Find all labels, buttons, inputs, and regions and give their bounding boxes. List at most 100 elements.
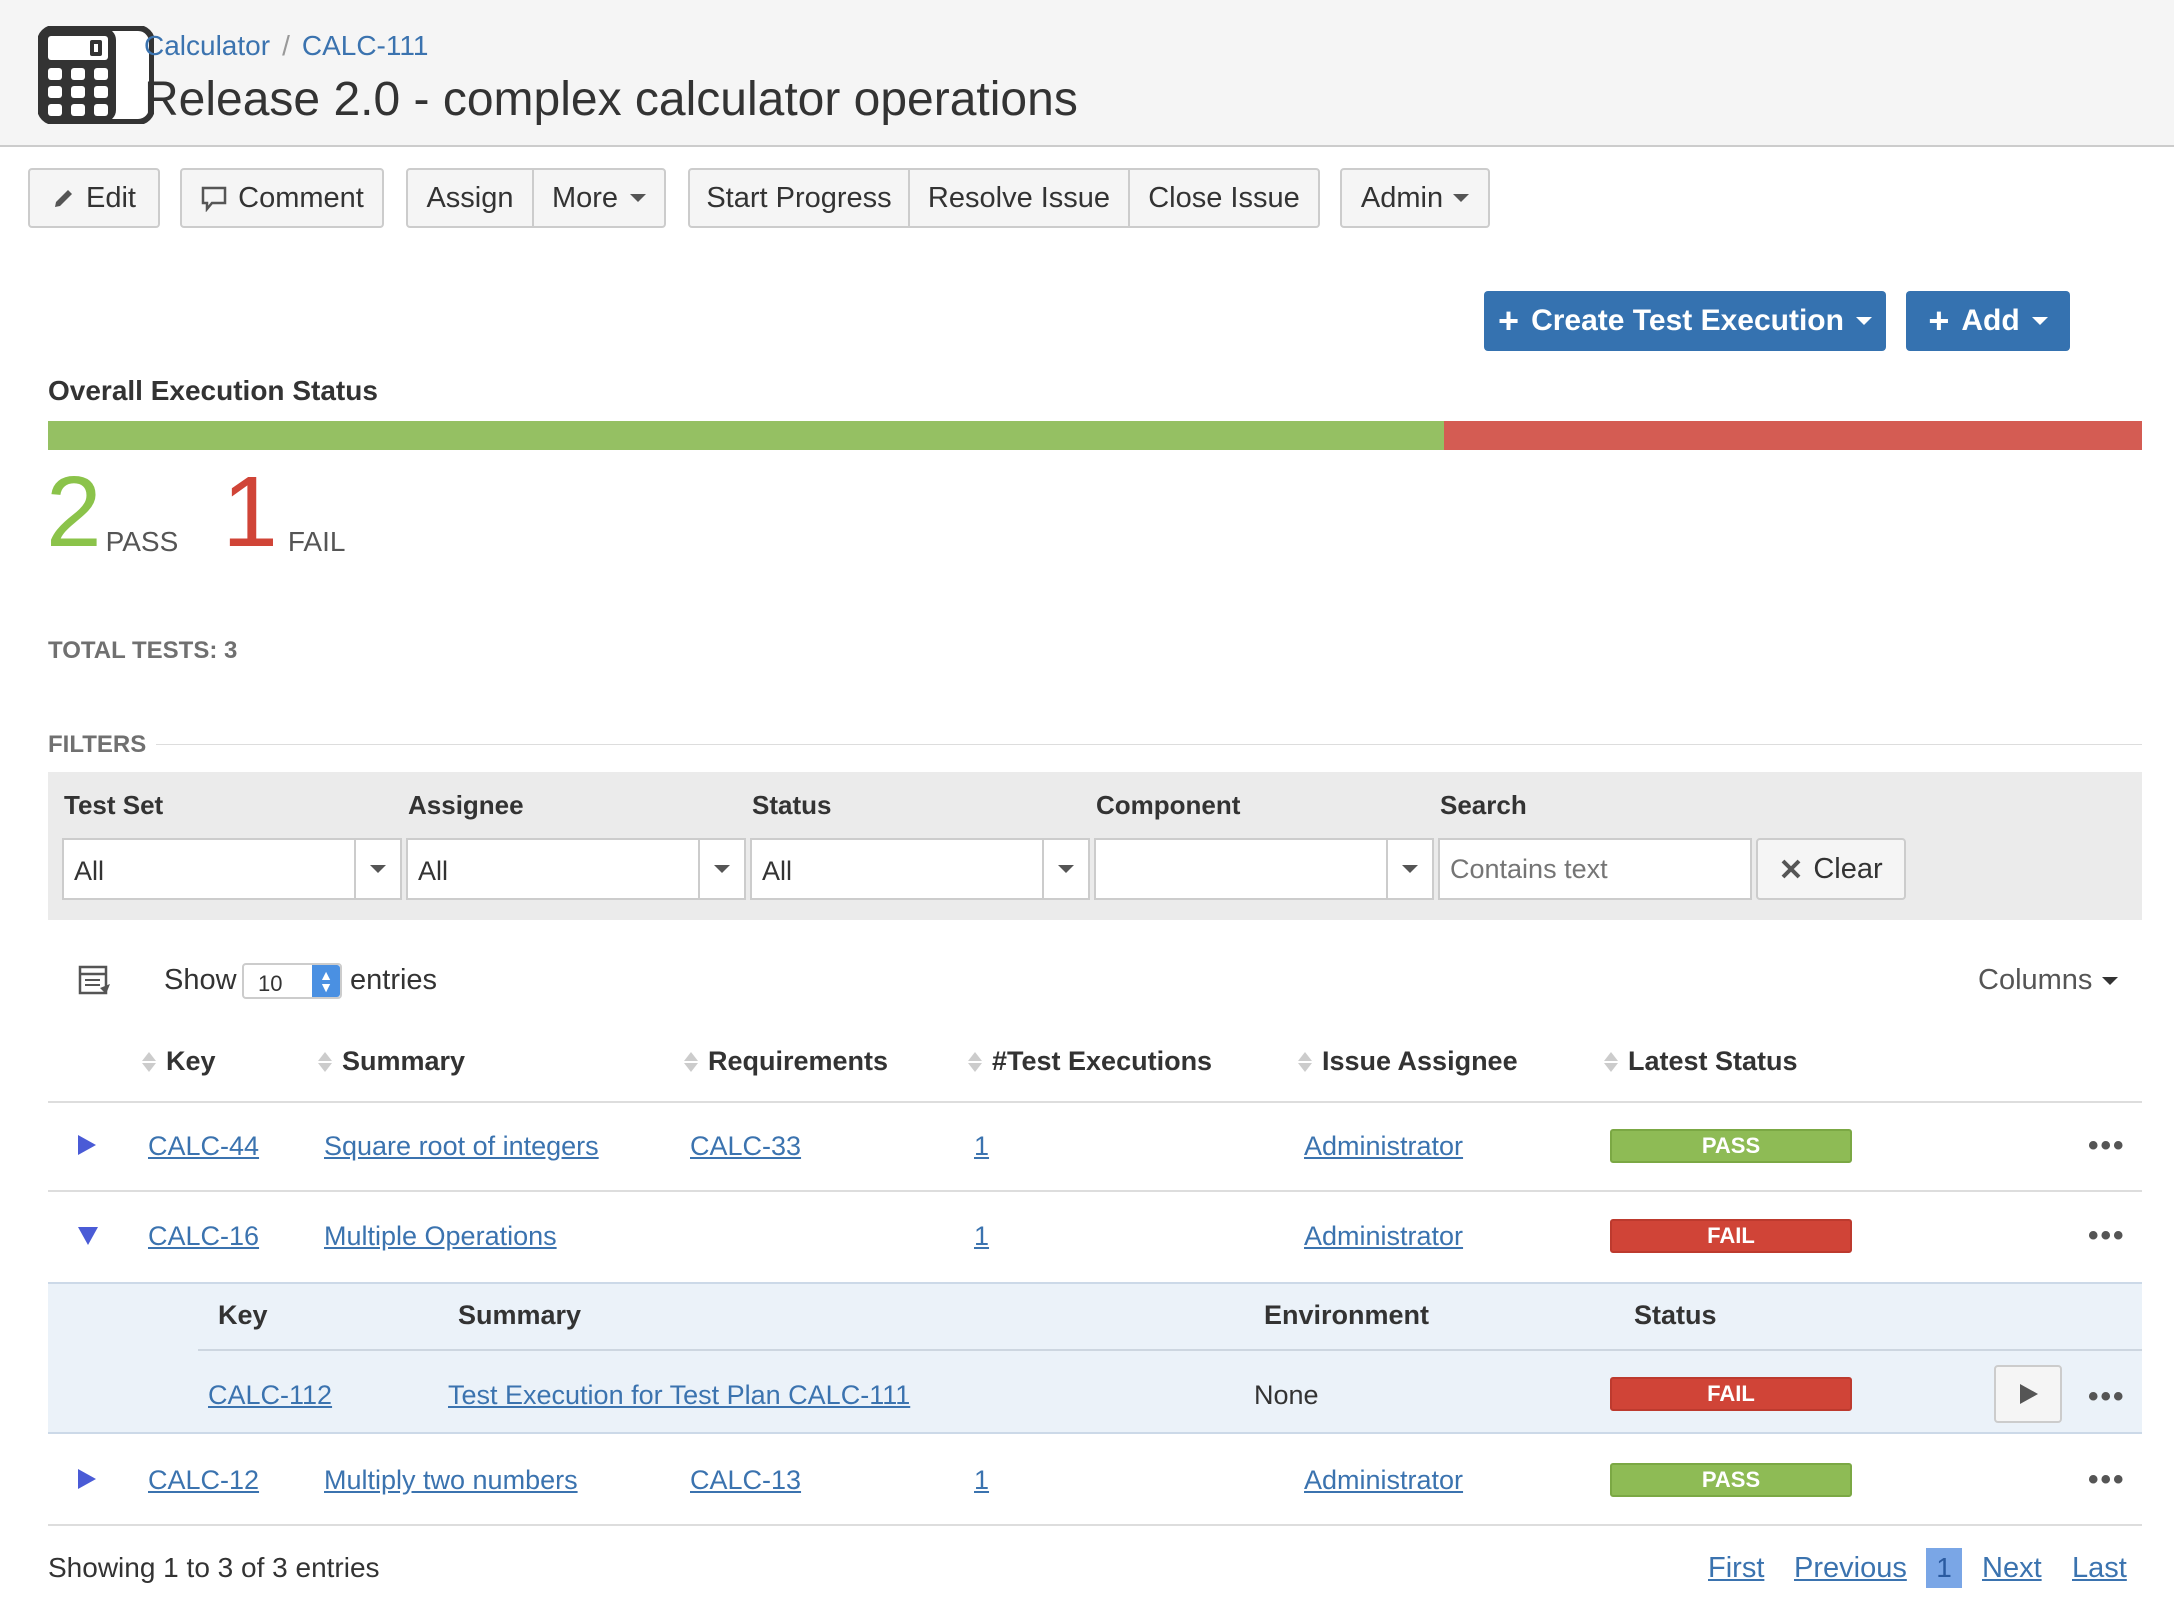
run-execution-button[interactable]	[1994, 1365, 2062, 1423]
column-header-key[interactable]: Key	[142, 1046, 216, 1077]
add-button[interactable]: + Add	[1906, 291, 2070, 351]
close-issue-button[interactable]: Close Issue	[1130, 170, 1318, 226]
status-badge: FAIL	[1610, 1219, 1852, 1253]
more-label: More	[551, 181, 619, 214]
column-header-executions[interactable]: #Test Executions	[968, 1046, 1212, 1077]
row-executions-link[interactable]: 1	[974, 1131, 989, 1162]
breadcrumb-project-link[interactable]: Calculator	[144, 30, 270, 61]
start-progress-button[interactable]: Start Progress	[690, 170, 910, 226]
show-label: Show	[164, 964, 237, 996]
row-assignee-link[interactable]: Administrator	[1304, 1465, 1463, 1496]
triangle-right-icon[interactable]	[74, 1467, 98, 1491]
workflow-group: Start Progress Resolve Issue Close Issue	[688, 168, 1320, 228]
column-summary-label: Summary	[342, 1046, 466, 1076]
column-header-assignee[interactable]: Issue Assignee	[1298, 1046, 1518, 1077]
status-counts: 2 PASS 1 FAIL	[46, 462, 345, 562]
filters-title: FILTERS	[48, 731, 147, 758]
row-actions-button[interactable]: •••	[2088, 1219, 2126, 1253]
component-select[interactable]	[1094, 838, 1434, 900]
sub-row-environment: None	[1254, 1380, 1319, 1410]
resolve-issue-label: Resolve Issue	[927, 181, 1111, 214]
fail-segment	[1444, 421, 2142, 450]
row-actions-button[interactable]: •••	[2088, 1129, 2126, 1163]
sort-icon	[1298, 1051, 1312, 1072]
status-select[interactable]: All	[750, 838, 1090, 900]
pagination-first[interactable]: First	[1708, 1552, 1764, 1585]
triangle-right-icon[interactable]	[74, 1133, 98, 1157]
more-dropdown[interactable]: More	[534, 170, 664, 226]
row-requirement-link[interactable]: CALC-13	[690, 1465, 801, 1496]
assign-label: Assign	[426, 181, 514, 214]
row-divider	[48, 1524, 2142, 1526]
page-size-select[interactable]: 10 ▲ ▼	[242, 963, 342, 999]
row-executions-link[interactable]: 1	[974, 1465, 989, 1496]
column-status-label: Latest Status	[1628, 1046, 1798, 1076]
row-assignee-link[interactable]: Administrator	[1304, 1131, 1463, 1162]
row-executions-link[interactable]: 1	[974, 1221, 989, 1252]
pagination-previous[interactable]: Previous	[1794, 1552, 1907, 1585]
resolve-issue-button[interactable]: Resolve Issue	[910, 170, 1130, 226]
status-badge: PASS	[1610, 1129, 1852, 1163]
chevron-down-icon	[2031, 317, 2048, 325]
edit-button[interactable]: Edit	[28, 168, 160, 228]
pagination-current-page[interactable]: 1	[1926, 1548, 1962, 1588]
column-header-summary[interactable]: Summary	[318, 1046, 465, 1077]
assignee-select[interactable]: All	[406, 838, 746, 900]
table-settings-icon[interactable]	[78, 964, 112, 998]
assign-button[interactable]: Assign	[408, 170, 534, 226]
chevron-down-icon[interactable]	[698, 840, 744, 898]
row-requirement-link[interactable]: CALC-33	[690, 1131, 801, 1162]
test-executions-subtable	[48, 1282, 2142, 1434]
columns-dropdown[interactable]: Columns	[1978, 964, 2119, 997]
clear-filters-button[interactable]: Clear	[1756, 838, 1906, 900]
row-key-link[interactable]: CALC-12	[148, 1465, 259, 1496]
sub-row-key-link[interactable]: CALC-112	[208, 1380, 332, 1411]
sub-row-summary-link[interactable]: Test Execution for Test Plan CALC-111	[448, 1380, 910, 1411]
add-label: Add	[1961, 304, 2020, 337]
table-info: Showing 1 to 3 of 3 entries	[48, 1552, 380, 1583]
pass-label: PASS	[105, 526, 179, 557]
breadcrumb-issue-link[interactable]: CALC-111	[302, 30, 429, 61]
sub-column-summary: Summary	[458, 1300, 582, 1330]
columns-label: Columns	[1978, 964, 2093, 996]
chevron-down-icon[interactable]	[1042, 840, 1088, 898]
row-actions-button[interactable]: •••	[2088, 1463, 2126, 1497]
sub-row-actions-button[interactable]: •••	[2088, 1380, 2126, 1414]
row-summary-link[interactable]: Square root of integers	[324, 1131, 599, 1162]
plus-icon: +	[1498, 300, 1520, 341]
admin-label: Admin	[1360, 181, 1444, 214]
test-set-label: Test Set	[64, 790, 164, 820]
pagination-next[interactable]: Next	[1982, 1552, 2042, 1585]
row-key-link[interactable]: CALC-16	[148, 1221, 259, 1252]
sort-icon	[142, 1051, 156, 1072]
pass-segment	[48, 421, 1445, 450]
sort-icon	[318, 1051, 332, 1072]
sub-header-divider	[198, 1349, 2142, 1351]
play-icon	[2020, 1384, 2038, 1404]
column-requirements-label: Requirements	[708, 1046, 889, 1076]
row-summary-link[interactable]: Multiply two numbers	[324, 1465, 578, 1496]
row-key-link[interactable]: CALC-44	[148, 1131, 259, 1162]
column-header-status[interactable]: Latest Status	[1604, 1046, 1798, 1077]
close-icon	[1781, 859, 1801, 879]
create-test-execution-button[interactable]: + Create Test Execution	[1484, 291, 1886, 351]
column-header-requirements[interactable]: Requirements	[684, 1046, 888, 1077]
breadcrumb: Calculator / CALC-111	[144, 30, 428, 62]
sub-column-environment: Environment	[1264, 1300, 1430, 1330]
admin-dropdown[interactable]: Admin	[1340, 168, 1490, 228]
sort-icon	[684, 1051, 698, 1072]
test-set-select[interactable]: All	[62, 838, 402, 900]
page-size-value: 10	[258, 971, 283, 996]
chevron-down-icon[interactable]	[354, 840, 400, 898]
sort-icon	[968, 1051, 982, 1072]
search-input[interactable]	[1438, 838, 1752, 900]
triangle-down-icon[interactable]	[76, 1223, 100, 1247]
overall-status-title: Overall Execution Status	[48, 375, 378, 406]
pagination-last[interactable]: Last	[2072, 1552, 2127, 1585]
execution-status-bar	[48, 421, 2142, 450]
pencil-icon	[55, 190, 72, 207]
comment-button[interactable]: Comment	[180, 168, 384, 228]
row-summary-link[interactable]: Multiple Operations	[324, 1221, 557, 1252]
chevron-down-icon[interactable]	[1386, 840, 1432, 898]
row-assignee-link[interactable]: Administrator	[1304, 1221, 1463, 1252]
